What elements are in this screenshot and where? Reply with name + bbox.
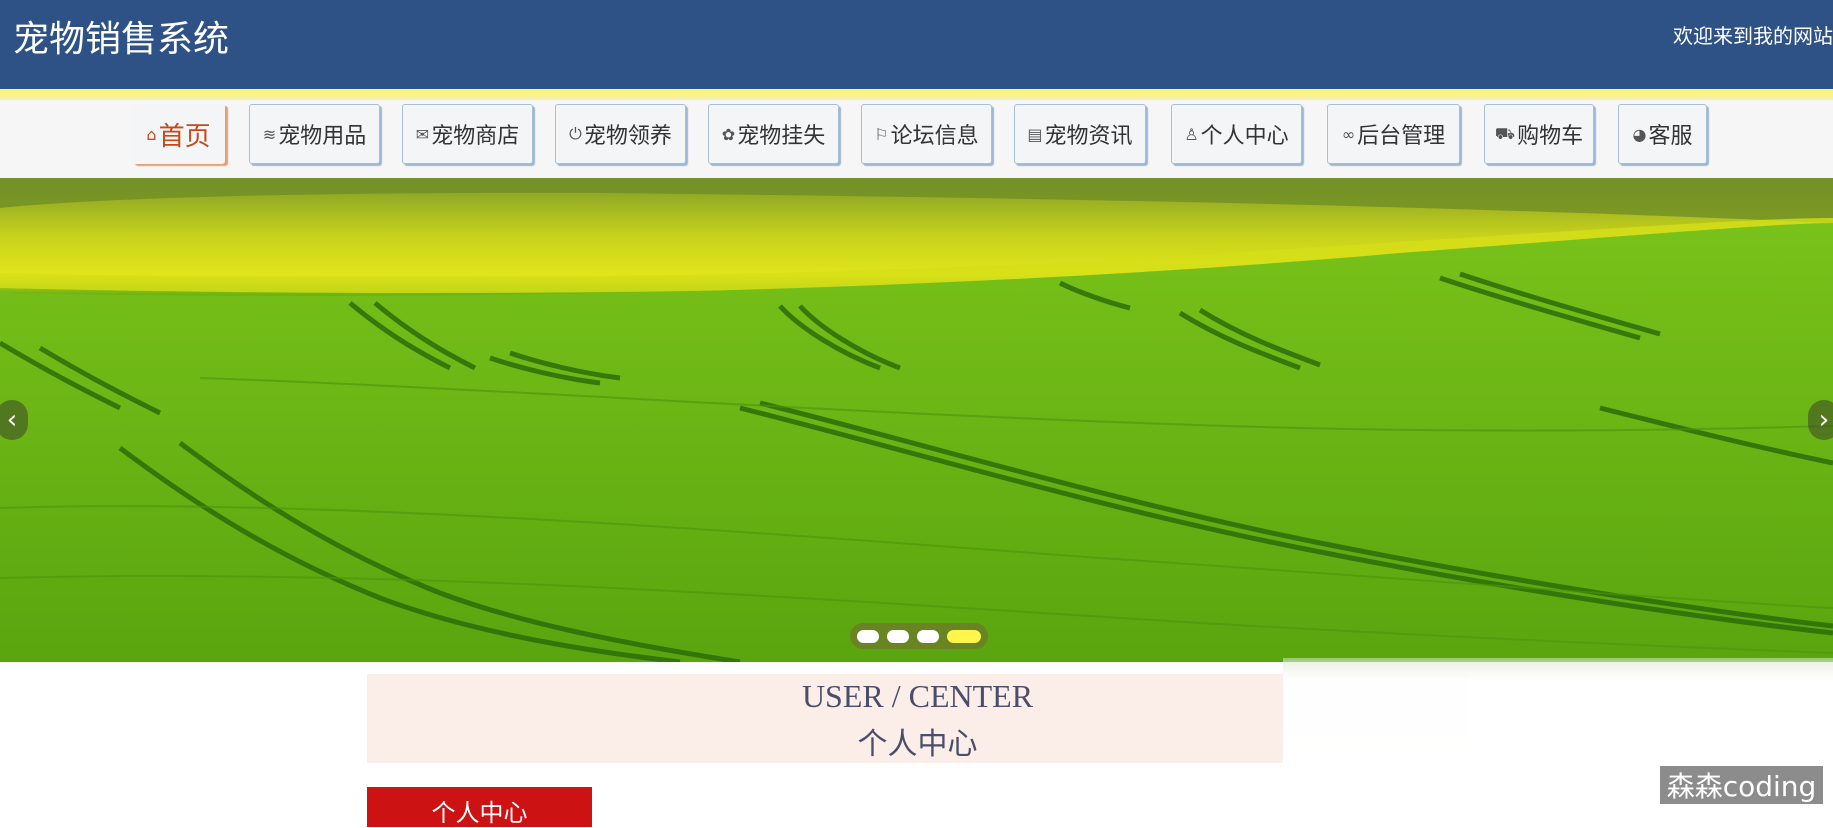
header-divider [0, 89, 1833, 100]
user-icon: ♙ [1184, 124, 1199, 144]
cart-icon: ⛟ [1494, 123, 1516, 143]
nav-item-label: 宠物商店 [431, 124, 520, 149]
carousel-slide-image [0, 178, 1833, 662]
carousel-next-button[interactable]: › [1808, 400, 1833, 440]
carousel-prev-button[interactable]: ‹ [0, 400, 28, 440]
flag-icon: ⚐ [874, 124, 889, 144]
nav-item-label: 客服 [1648, 124, 1693, 149]
nav-item-label: 论坛信息 [890, 124, 979, 149]
nav-item-pet-shop[interactable]: ✉ 宠物商店 [402, 104, 533, 164]
power-icon: ⏻ [569, 124, 582, 143]
carousel-dot[interactable] [917, 629, 939, 643]
site-header: 宠物销售系统 欢迎来到我的网站 [0, 0, 1833, 89]
link-icon: ∞ [1341, 124, 1356, 144]
clipboard-icon: ▤ [1027, 124, 1043, 144]
nav-item-label: 宠物挂失 [737, 124, 826, 149]
layers-icon: ≋ [262, 124, 277, 144]
floating-panel [1283, 658, 1833, 778]
nav-item-forum[interactable]: ⚐ 论坛信息 [861, 104, 992, 164]
nav-item-label: 首页 [158, 121, 211, 152]
nav-item-label: 个人中心 [1200, 124, 1289, 149]
mail-icon: ✉ [415, 124, 430, 144]
nav-item-pet-adoption[interactable]: ⏻ 宠物领养 [555, 104, 686, 164]
banner-carousel[interactable] [0, 178, 1833, 662]
welcome-text: 欢迎来到我的网站 [1673, 24, 1833, 48]
carousel-dot[interactable] [887, 629, 909, 643]
nav-item-label: 宠物用品 [278, 124, 367, 149]
nav-item-pet-supplies[interactable]: ≋ 宠物用品 [249, 104, 380, 164]
palette-icon: ✿ [721, 124, 736, 144]
site-title[interactable]: 宠物销售系统 [13, 10, 229, 62]
nav-item-label: 宠物资讯 [1044, 124, 1133, 149]
home-icon: ⌂ [146, 124, 157, 144]
user-center-menu-button[interactable]: 个人中心 [367, 787, 592, 827]
carousel-dot[interactable] [857, 629, 879, 643]
nav-item-user-center[interactable]: ♙ 个人中心 [1171, 104, 1302, 164]
watermark: 森森coding [1660, 766, 1823, 804]
nav-item-label: 购物车 [1517, 124, 1584, 149]
chevron-right-icon: › [1818, 405, 1830, 435]
nav-item-admin[interactable]: ∞ 后台管理 [1327, 104, 1460, 164]
nav-item-cart[interactable]: ⛟ 购物车 [1484, 104, 1594, 164]
nav-item-label: 宠物领养 [583, 124, 672, 149]
carousel-dot-active[interactable] [947, 629, 981, 643]
chevron-left-icon: ‹ [6, 405, 18, 435]
carousel-indicators [850, 623, 988, 649]
chat-icon: ◕ [1632, 124, 1647, 144]
nav-item-label: 后台管理 [1357, 124, 1446, 149]
nav-item-home[interactable]: ⌂ 首页 [132, 104, 225, 164]
nav-item-pet-lost[interactable]: ✿ 宠物挂失 [708, 104, 839, 164]
nav-item-pet-news[interactable]: ▤ 宠物资讯 [1014, 104, 1146, 164]
nav-item-customer-service[interactable]: ◕ 客服 [1618, 104, 1707, 164]
